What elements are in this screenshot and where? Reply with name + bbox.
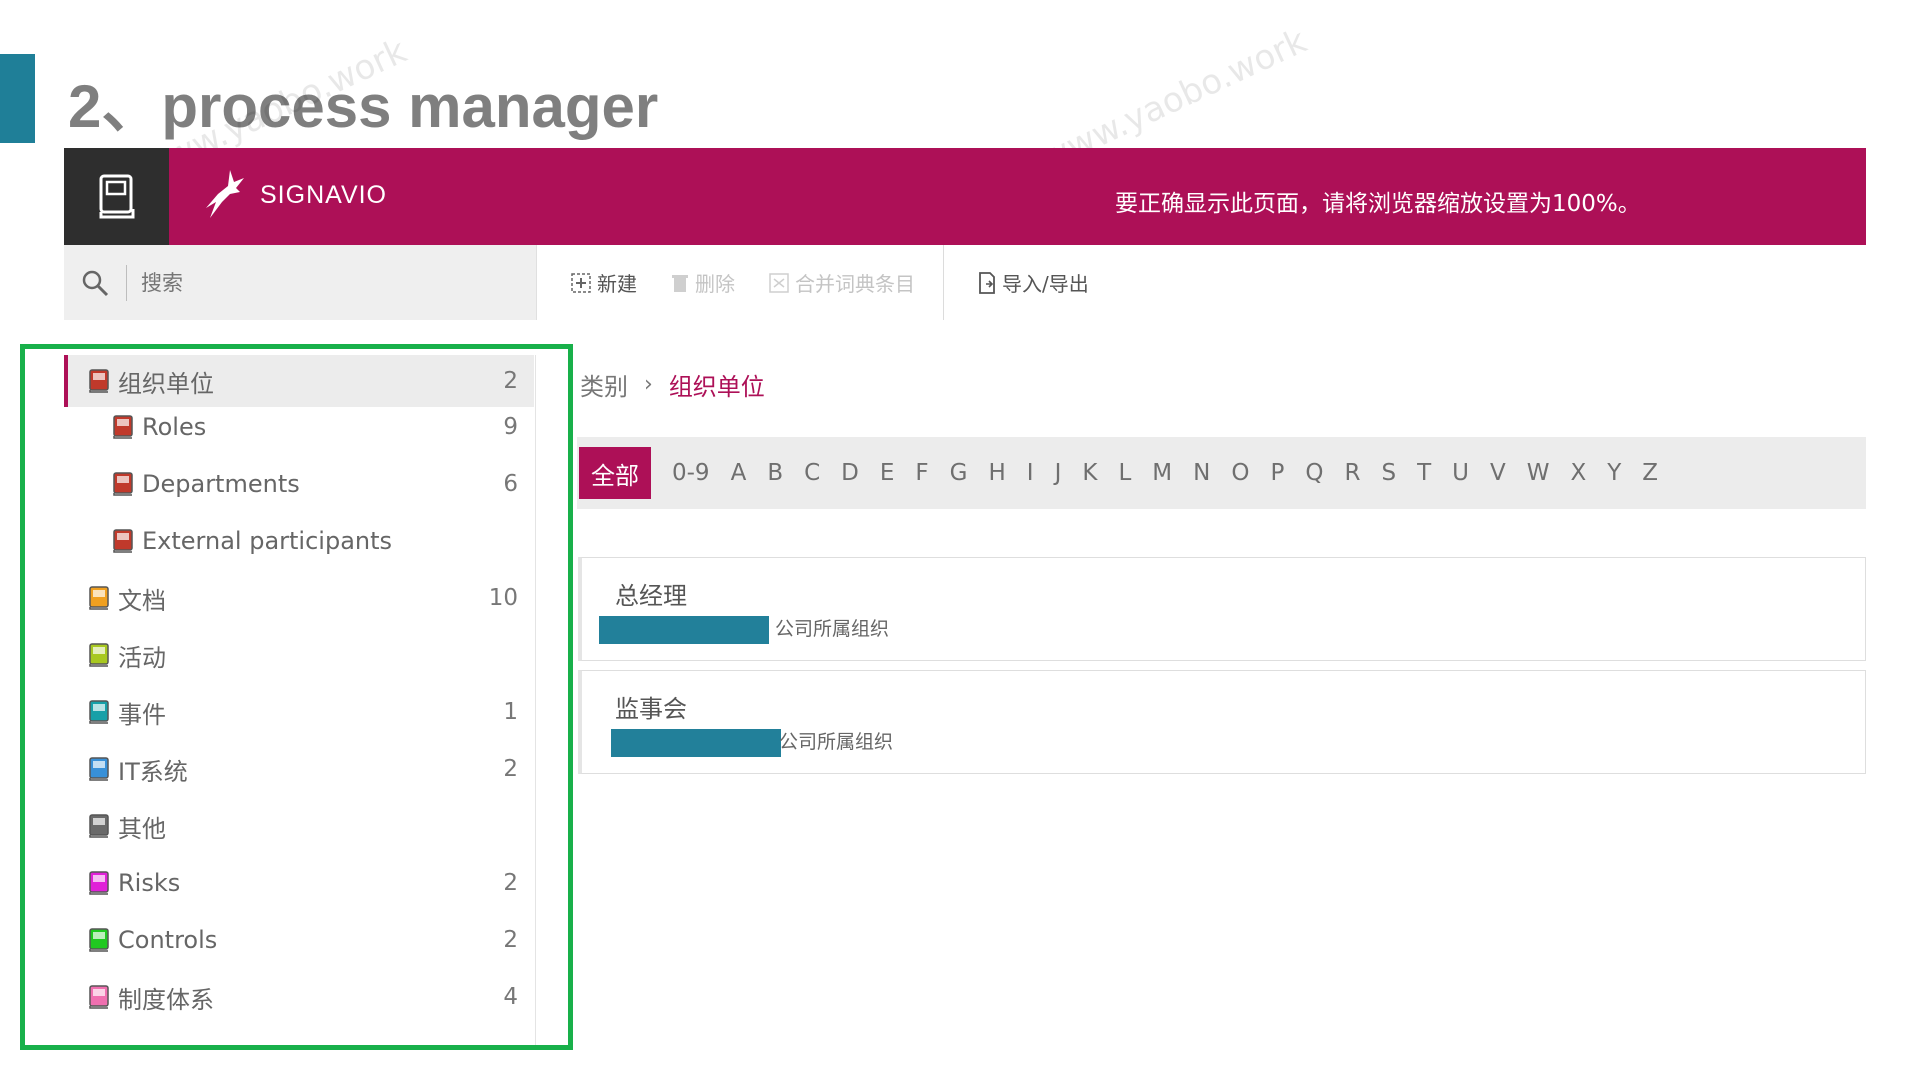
filter-letter[interactable]: C <box>804 460 820 486</box>
filter-letter[interactable]: F <box>915 460 928 486</box>
dictionary-book-icon <box>99 174 134 218</box>
redaction-block <box>611 729 781 757</box>
breadcrumb: 类别 › 组织单位 <box>580 367 765 402</box>
breadcrumb-current: 组织单位 <box>668 373 765 401</box>
new-entry-icon <box>571 272 591 293</box>
filter-letter[interactable]: Z <box>1642 460 1658 486</box>
filter-letter[interactable]: O <box>1231 460 1249 486</box>
filter-letter[interactable]: V <box>1490 460 1506 486</box>
filter-letter[interactable]: H <box>988 460 1005 486</box>
filter-letter[interactable]: D <box>841 460 859 486</box>
top-bar: SIGNAVIO 要正确显示此页面，请将浏览器缩放设置为100%。 <box>64 148 1866 245</box>
signavio-logo[interactable]: SIGNAVIO <box>200 168 387 222</box>
new-button-label: 新建 <box>597 272 637 296</box>
delete-button-label: 删除 <box>695 272 735 296</box>
brand-name: SIGNAVIO <box>260 180 388 209</box>
breadcrumb-root[interactable]: 类别 <box>580 367 628 402</box>
filter-letter[interactable]: M <box>1152 460 1172 486</box>
filter-letter[interactable]: B <box>767 460 783 486</box>
filter-letter[interactable]: T <box>1417 460 1431 486</box>
toolbar: 新建 删除 合并词典条目 导入/导出 <box>536 245 1866 320</box>
filter-letter[interactable]: X <box>1570 460 1586 486</box>
dictionary-entry[interactable]: 监事会 公司所属组织 <box>578 670 1866 774</box>
import-export-button[interactable]: 导入/导出 <box>978 268 1089 297</box>
search-input[interactable] <box>141 270 501 295</box>
chevron-right-icon: › <box>644 372 653 397</box>
filter-letter[interactable]: J <box>1055 460 1062 486</box>
filter-letter[interactable]: S <box>1381 460 1396 486</box>
filter-all-button[interactable]: 全部 <box>579 447 651 499</box>
filter-letter[interactable]: L <box>1118 460 1131 486</box>
zoom-warning-banner: 要正确显示此页面，请将浏览器缩放设置为100%。 <box>1115 191 1641 217</box>
merge-button-label: 合并词典条目 <box>795 272 915 296</box>
redaction-block <box>599 616 769 644</box>
filter-letter[interactable]: U <box>1452 460 1469 486</box>
filter-letter[interactable]: Y <box>1607 460 1621 486</box>
document-export-icon <box>979 271 995 294</box>
alphabet-filter: 全部 0-9 A B C D E F G H I J K L M N O P Q… <box>577 437 1866 509</box>
filter-letter[interactable]: G <box>950 460 968 486</box>
antelope-logo-icon <box>206 170 244 218</box>
search-icon[interactable] <box>64 245 126 320</box>
filter-letter[interactable]: K <box>1082 460 1097 486</box>
search-bar <box>64 245 536 320</box>
sidebar-highlight-frame <box>20 344 573 1050</box>
filter-letter[interactable]: Q <box>1305 460 1323 486</box>
title-accent-bar <box>0 54 35 143</box>
merge-entries-button[interactable]: 合并词典条目 <box>769 268 915 297</box>
filter-letter[interactable]: I <box>1027 460 1034 486</box>
filter-letter[interactable]: E <box>880 460 895 486</box>
toolbar-divider <box>943 245 944 320</box>
new-button[interactable]: 新建 <box>571 268 637 297</box>
trash-icon <box>672 274 688 292</box>
filter-letter[interactable]: R <box>1344 460 1360 486</box>
dictionary-entry[interactable]: 总经理 公司所属组织 <box>578 557 1866 661</box>
entry-name: 监事会 <box>615 695 687 723</box>
delete-button[interactable]: 删除 <box>671 268 735 297</box>
entry-name: 总经理 <box>615 582 687 610</box>
filter-letter[interactable]: P <box>1270 460 1284 486</box>
filter-letter[interactable]: N <box>1193 460 1210 486</box>
merge-icon <box>769 272 789 293</box>
filter-letter[interactable]: 0-9 <box>672 460 710 486</box>
dictionary-book-button[interactable] <box>64 148 169 245</box>
search-divider <box>126 264 127 301</box>
import-export-label: 导入/导出 <box>1002 272 1089 296</box>
filter-letter[interactable]: W <box>1527 460 1550 486</box>
entry-description: 公司所属组织 <box>779 731 894 753</box>
filter-letter[interactable]: A <box>731 460 747 486</box>
entry-description: 公司所属组织 <box>775 618 890 640</box>
